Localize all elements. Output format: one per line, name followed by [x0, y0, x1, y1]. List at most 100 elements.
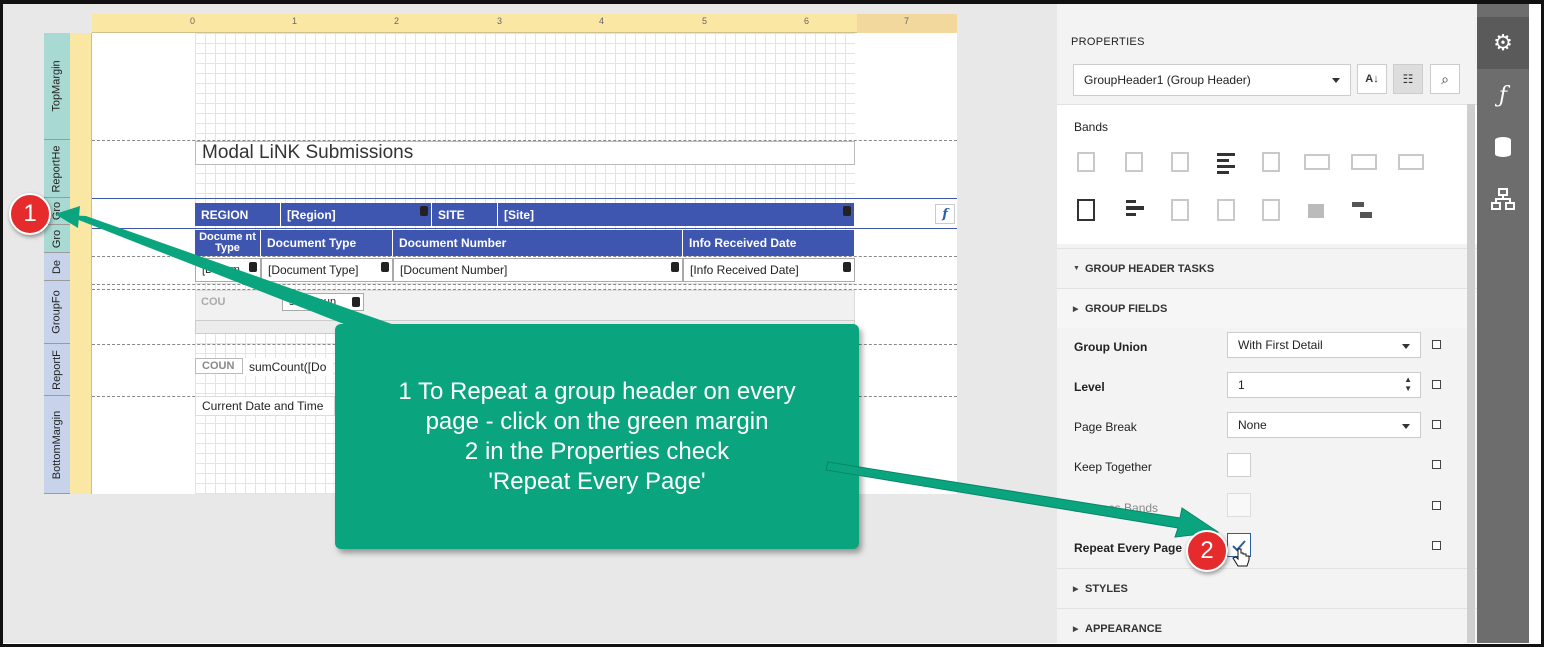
database-icon — [381, 262, 389, 272]
band-label-bottom-margin[interactable]: BottomMargin — [44, 396, 70, 494]
band-label-detail[interactable]: De — [44, 253, 70, 281]
chevron-right-icon: ▶ — [1073, 585, 1079, 593]
gear-icon[interactable]: ⚙ — [1477, 17, 1529, 69]
detail-report-band-icon — [1352, 202, 1364, 207]
chevron-down-icon — [1402, 424, 1410, 429]
scrollbar[interactable] — [1467, 104, 1475, 643]
doc-type-header[interactable]: Document Type — [261, 230, 393, 256]
sort-alpha-button[interactable]: A↓ — [1357, 64, 1387, 94]
chevron-right-icon: ▶ — [1073, 625, 1079, 633]
repeat-every-page-label: Repeat Every Page — [1074, 541, 1183, 555]
band-label-report-footer[interactable]: ReportF — [44, 344, 70, 396]
group-fields-section[interactable]: ▶ GROUP FIELDS — [1057, 288, 1477, 328]
print-across-bands-checkbox[interactable] — [1227, 493, 1251, 517]
band-icons — [1077, 152, 1424, 221]
ruler-tick: 5 — [702, 16, 708, 26]
chevron-down-icon — [1332, 78, 1340, 83]
categorized-view-button[interactable]: ☷ — [1393, 64, 1423, 94]
chevron-down-icon: ▼ — [1073, 265, 1080, 272]
database-icon — [843, 262, 851, 272]
callout-line: page - click on the green margin — [425, 407, 769, 435]
info-received-header[interactable]: Info Received Date — [683, 230, 855, 256]
site-field[interactable]: [Site] — [498, 203, 855, 226]
band-labels: TopMargin ReportHe Gro Gro De GroupFo Re… — [44, 33, 70, 494]
sub-band-icon — [1308, 204, 1324, 218]
detail-doc-type[interactable]: [Document Type] — [261, 258, 393, 282]
instruction-callout: 1 To Repeat a group header on every page… — [335, 324, 859, 549]
report-footer-count-label[interactable]: COUN — [195, 358, 243, 374]
ruler-tick: 0 — [190, 16, 196, 26]
step-badge-two: 2 — [1186, 530, 1228, 572]
group-band-icon — [1351, 154, 1377, 170]
group-union-select[interactable]: With First Detail — [1227, 332, 1421, 358]
level-spinner[interactable]: 1 ▲ ▼ — [1227, 372, 1421, 398]
hierarchy-icon[interactable] — [1477, 173, 1529, 225]
detail-doc-number[interactable]: [Document Number] — [393, 258, 683, 282]
band-label-top-margin[interactable]: TopMargin — [44, 33, 70, 140]
appearance-section[interactable]: ▶ APPEARANCE — [1057, 608, 1477, 643]
group-band-icon — [1398, 154, 1424, 170]
property-marker[interactable] — [1432, 420, 1441, 429]
callout-line: 'Repeat Every Page' — [488, 467, 706, 495]
doc-type-short-header[interactable]: Docume nt Type — [195, 230, 261, 256]
report-title[interactable]: Modal LiNK Submissions — [195, 141, 855, 165]
region-field[interactable]: [Region] — [281, 203, 432, 226]
spinner-arrows-icon[interactable]: ▲ ▼ — [1404, 375, 1412, 393]
keep-together-checkbox[interactable] — [1227, 453, 1251, 477]
report-footer-sum[interactable]: sumCount([Do — [243, 358, 333, 376]
database-icon[interactable] — [1477, 121, 1529, 173]
detail-band-icon — [1262, 152, 1280, 172]
ruler-tick: 7 — [904, 16, 910, 26]
function-icon[interactable]: f — [935, 204, 955, 224]
property-marker[interactable] — [1432, 541, 1441, 550]
ruler-tick: 3 — [497, 16, 503, 26]
group-footer-count-label[interactable]: COU — [195, 293, 255, 311]
horizontal-ruler: 0 1 2 3 4 5 6 — [92, 14, 857, 33]
step-badge-one: 1 — [9, 193, 51, 235]
band-label-report-header[interactable]: ReportHe — [44, 140, 70, 198]
database-icon — [249, 262, 257, 272]
property-marker[interactable] — [1432, 501, 1441, 510]
current-date-time[interactable]: Current Date and Time — [195, 396, 335, 416]
properties-panel: PROPERTIES GroupHeader1 (Group Header) A… — [1057, 4, 1477, 643]
database-icon — [843, 206, 851, 216]
list-icon: ☷ — [1402, 72, 1414, 86]
ruler-tick: 2 — [394, 16, 400, 26]
function-icon[interactable]: ƒ — [1477, 69, 1529, 121]
styles-section[interactable]: ▶ STYLES — [1057, 568, 1477, 608]
ruler-tick: 6 — [804, 16, 810, 26]
region-label[interactable]: REGION — [195, 203, 281, 226]
callout-line: 1 To Repeat a group header on every — [398, 377, 796, 405]
group-band-icon — [1304, 154, 1330, 170]
group-header-tasks-section[interactable]: ▼ GROUP HEADER TASKS — [1057, 248, 1477, 288]
keep-together-label: Keep Together — [1074, 460, 1152, 474]
group-header-band-icon — [1217, 153, 1235, 156]
report-header-band-icon — [1125, 152, 1143, 172]
band-label-group-footer[interactable]: GroupFo — [44, 281, 70, 344]
vertical-ruler — [70, 33, 92, 494]
site-label[interactable]: SITE — [432, 203, 498, 226]
horizontal-ruler-margin: 7 — [857, 14, 957, 33]
report-footer-band-icon — [1217, 199, 1235, 221]
doc-number-header[interactable]: Document Number — [393, 230, 683, 256]
group-footer-sum[interactable]: sumCoun — [282, 293, 364, 311]
group-band-icon — [1126, 200, 1136, 203]
page-break-select[interactable]: None — [1227, 412, 1421, 438]
search-button[interactable]: ⌕ — [1430, 64, 1460, 94]
detail-doc-type-short[interactable]: [Docum — [195, 258, 261, 282]
right-sidebar: ⚙ ƒ — [1477, 4, 1529, 643]
property-marker[interactable] — [1432, 460, 1441, 469]
band-label-group-header-2[interactable]: Gro — [44, 225, 70, 253]
print-across-bands-label: ...Across Bands — [1074, 501, 1159, 515]
database-icon — [671, 262, 679, 272]
level-label: Level — [1074, 380, 1105, 394]
search-icon: ⌕ — [1441, 70, 1449, 87]
page-header-band-icon — [1171, 152, 1189, 172]
callout-line: 2 in the Properties check — [464, 437, 730, 465]
database-icon — [352, 297, 360, 307]
property-marker[interactable] — [1432, 340, 1441, 349]
chevron-right-icon: ▶ — [1073, 305, 1079, 313]
detail-info-received[interactable]: [Info Received Date] — [683, 258, 855, 282]
component-selector[interactable]: GroupHeader1 (Group Header) — [1073, 64, 1351, 96]
property-marker[interactable] — [1432, 380, 1441, 389]
